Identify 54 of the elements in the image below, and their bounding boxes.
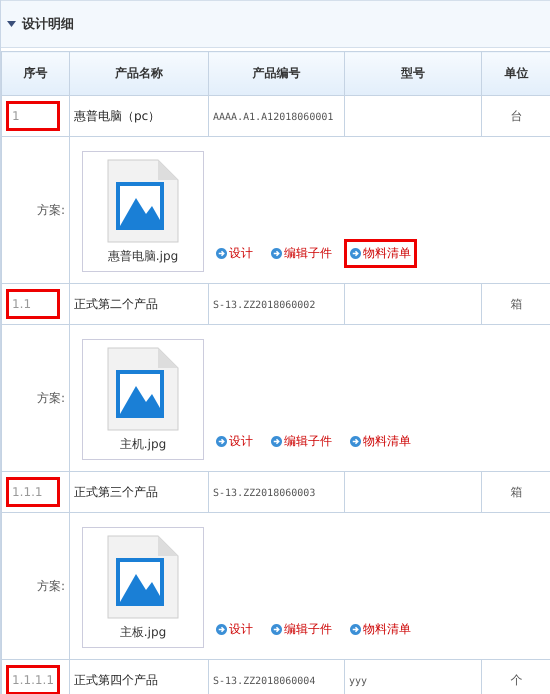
product-code: S-13.ZZ2018060002 [213,300,316,311]
action-link[interactable]: 设计 [210,426,259,456]
arrow-circle-icon [216,624,227,634]
action-link[interactable]: 物料清单 [344,426,417,456]
image-file-icon [106,534,180,620]
arrow-circle-icon [271,248,282,258]
action-link[interactable]: 编辑子件 [265,238,338,268]
column-header: 序号 [2,52,70,96]
column-header: 产品名称 [70,52,208,96]
file-thumbnail[interactable]: 主板.jpg [82,526,204,648]
model-text: yyy [349,676,368,687]
product-code: S-13.ZZ2018060004 [213,676,316,687]
product-code: S-13.ZZ2018060003 [213,488,316,499]
arrow-circle-icon [350,248,361,258]
sequence-number: 1 [6,101,60,131]
sequence-number: 1.1.1 [6,477,60,507]
unit-text: 箱 [510,484,522,498]
action-link[interactable]: 物料清单 [344,614,417,644]
sequence-number: 1.1 [6,289,60,319]
action-link[interactable]: 编辑子件 [265,614,338,644]
image-file-icon [106,158,180,244]
image-file-icon [106,346,180,432]
product-name: 正式第三个产品 [74,484,158,498]
unit-text: 箱 [510,296,522,310]
column-header: 产品编号 [208,52,344,96]
column-header: 型号 [344,52,482,96]
file-name: 主板.jpg [120,624,166,640]
arrow-circle-icon [271,624,282,634]
unit-text: 个 [510,672,522,686]
action-link[interactable]: 编辑子件 [265,426,338,456]
file-thumbnail[interactable]: 惠普电脑.jpg [82,150,204,272]
file-name: 主机.jpg [120,436,166,452]
scheme-label: 方案: [36,390,65,404]
product-name: 正式第四个产品 [74,672,158,686]
action-link[interactable]: 物料清单 [344,238,417,268]
action-link[interactable]: 设计 [210,238,259,268]
arrow-circle-icon [271,436,282,446]
file-thumbnail[interactable]: 主机.jpg [82,338,204,460]
scheme-label: 方案: [36,578,65,592]
product-name: 惠普电脑（pc） [74,108,160,122]
action-link[interactable]: 设计 [210,614,259,644]
arrow-circle-icon [216,436,227,446]
section-title: 设计明细 [22,16,74,33]
column-header: 单位 [482,52,550,96]
product-name: 正式第二个产品 [74,296,158,310]
file-name: 惠普电脑.jpg [108,248,178,264]
arrow-circle-icon [350,624,361,634]
product-code: AAAA.A1.A12018060001 [213,112,334,123]
arrow-circle-icon [216,248,227,258]
sequence-number: 1.1.1.1 [6,665,60,694]
unit-text: 台 [510,108,522,122]
collapse-caret-icon[interactable] [7,21,16,27]
arrow-circle-icon [350,436,361,446]
scheme-label: 方案: [36,202,65,216]
